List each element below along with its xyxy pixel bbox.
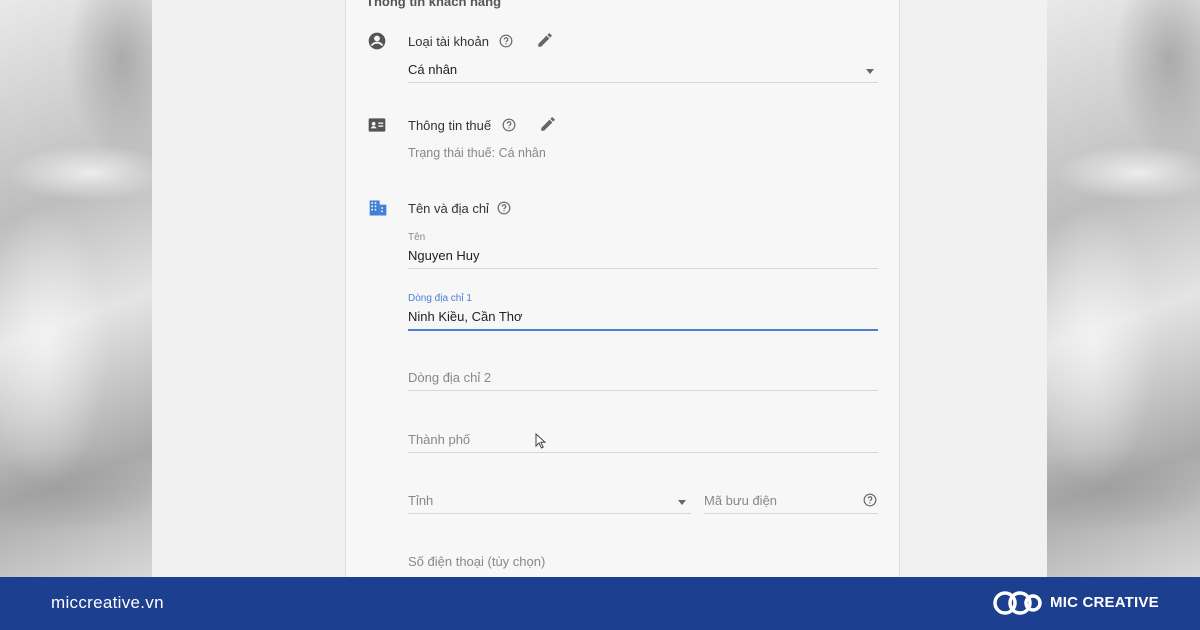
footer-bar: miccreative.vn MIC CREATIVE — [0, 577, 1200, 630]
edit-pencil-icon[interactable] — [536, 31, 554, 49]
address-line-2-input[interactable]: Dòng địa chỉ 2 — [408, 366, 878, 391]
footer-brand-name: MIC CREATIVE — [1050, 594, 1159, 611]
province-placeholder: Tỉnh — [408, 493, 434, 508]
phone-input[interactable]: Số điện thoại (tùy chọn) — [408, 550, 878, 574]
account-circle-icon — [368, 32, 386, 50]
section-title: Thông tin khách hàng — [366, 0, 502, 9]
name-address-label: Tên và địa chỉ — [408, 201, 489, 216]
name-input[interactable]: Nguyen Huy — [408, 244, 878, 269]
screenshot-area: Thông tin khách hàng Loại tài khoản Cá n… — [152, 0, 1047, 577]
province-select[interactable]: Tỉnh — [408, 489, 691, 514]
city-placeholder: Thành phố — [408, 432, 471, 447]
chevron-down-icon — [678, 500, 686, 505]
name-field-label: Tên — [408, 232, 426, 243]
account-type-value: Cá nhân — [408, 62, 458, 77]
background-left — [0, 0, 152, 577]
footer-site-url[interactable]: miccreative.vn — [51, 593, 164, 613]
background-right — [1047, 0, 1200, 577]
help-icon[interactable] — [502, 118, 516, 132]
account-type-label: Loại tài khoản — [408, 34, 489, 49]
name-value: Nguyen Huy — [408, 248, 480, 263]
chevron-down-icon — [866, 69, 874, 74]
phone-placeholder: Số điện thoại (tùy chọn) — [408, 554, 546, 569]
id-card-icon — [368, 118, 386, 132]
address1-field-label: Dòng địa chỉ 1 — [408, 293, 472, 304]
account-type-select[interactable]: Cá nhân — [408, 58, 878, 83]
help-icon[interactable] — [863, 493, 877, 507]
help-icon[interactable] — [499, 34, 513, 48]
edit-pencil-icon[interactable] — [539, 115, 557, 133]
tax-info-label: Thông tin thuế — [408, 118, 492, 133]
mic-creative-logo-icon — [993, 591, 1042, 615]
help-icon[interactable] — [497, 201, 511, 215]
city-input[interactable]: Thành phố — [408, 428, 878, 453]
postal-placeholder: Mã bưu điện — [704, 493, 778, 508]
address2-placeholder: Dòng địa chỉ 2 — [408, 370, 492, 385]
building-icon — [369, 200, 387, 216]
tax-status-text: Trạng thái thuế: Cá nhân — [408, 146, 546, 160]
screen-left-gutter — [152, 0, 345, 577]
mouse-cursor-icon — [535, 433, 547, 449]
postal-code-input[interactable]: Mã bưu điện — [704, 489, 878, 514]
address1-value: Ninh Kiều, Cần Thơ — [408, 309, 523, 324]
address-line-1-input[interactable]: Ninh Kiều, Cần Thơ — [408, 305, 878, 331]
